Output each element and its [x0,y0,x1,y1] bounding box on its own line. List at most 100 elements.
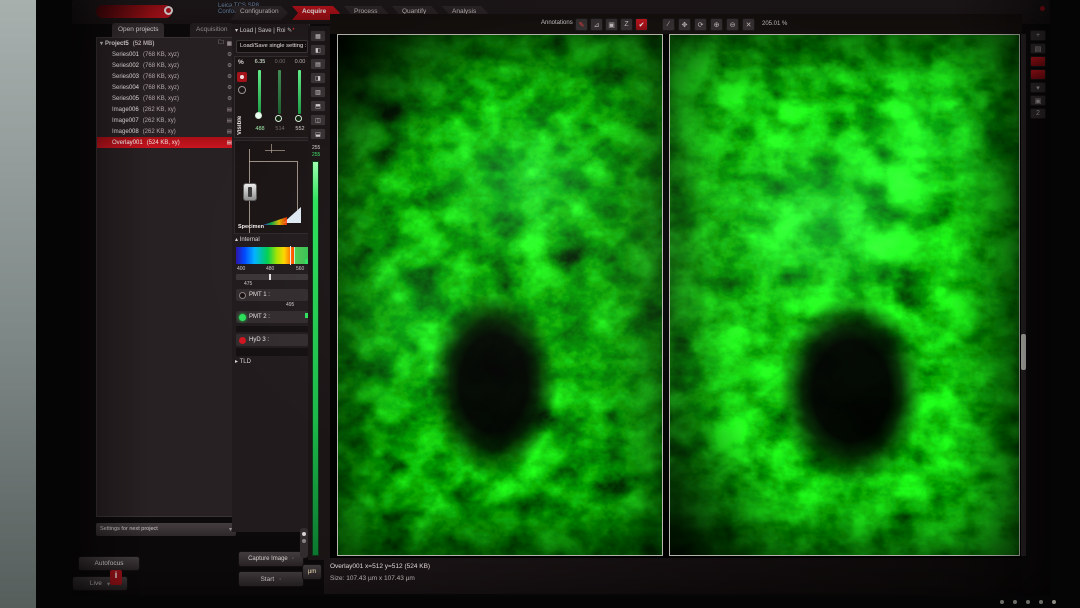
modified-asterisk: * [292,28,294,34]
viewer-tool-2[interactable]: ◧ [310,44,326,56]
laser-slider-488[interactable] [258,70,261,114]
right-tool-add[interactable]: + [1030,30,1046,41]
capture-image-button[interactable]: Capture Image◦ [238,551,304,567]
image-right-channel[interactable] [669,34,1020,556]
task-view-icon[interactable]: ▣ [130,595,140,596]
project-item[interactable]: Image008(262 KB, xy)▤ [97,126,235,137]
viewer-scrollbar[interactable] [1021,34,1026,556]
scalebar-tool-icon[interactable]: ⊿ [590,18,603,31]
start-button[interactable]: Start◦ [238,571,304,587]
zoom-fit-icon[interactable]: ✕ [742,18,755,31]
tab-open-projects[interactable]: Open projects [112,23,164,37]
tab-configuration[interactable]: Configuration [230,6,288,20]
right-tool-grid[interactable]: ▣ [1030,95,1046,106]
laser-slider-552[interactable] [298,70,301,114]
search-icon[interactable]: ⌕ [104,595,114,596]
las-x-app-icon[interactable]: ▪ [206,595,216,596]
pan-icon[interactable]: ✥ [678,18,691,31]
rotate-icon[interactable]: ⟳ [694,18,707,31]
band-marker[interactable] [290,246,291,265]
gate-handle[interactable] [269,274,271,280]
zoom-out-icon[interactable]: ⊖ [726,18,739,31]
project-item[interactable]: Series004(768 KB, xyz)⚙ [97,82,235,93]
scrollbar-thumb[interactable] [1021,334,1026,370]
expand-icon[interactable]: ▾ [100,40,103,47]
project-item[interactable]: Series003(768 KB, xyz)⚙ [97,71,235,82]
viewer-tool-4[interactable]: ◨ [310,72,326,84]
project-item-selected[interactable]: Overlay001(524 KB, xy)▤ [97,137,235,148]
info-icon[interactable]: i [110,570,122,585]
pmt1-row[interactable]: PMT 1 : [236,289,308,301]
hyd3-row[interactable]: HyD 3 : [236,334,308,346]
project-item[interactable]: Series005(768 KB, xyz)⚙ [97,93,235,104]
project-item[interactable]: Image007(262 KB, xy)▤ [97,115,235,126]
internal-header[interactable]: ▴ Internal [235,237,260,244]
viewer-tool-3[interactable]: ▤ [310,58,326,70]
laser-slider-514[interactable] [278,70,281,114]
zoom-in-icon[interactable]: ⊕ [710,18,723,31]
objective-icon[interactable] [243,183,257,201]
slider-knob[interactable] [275,115,282,122]
laser-wl-488: 488 [251,127,269,133]
tld-header[interactable]: ▸ TLD [235,359,251,366]
viewer-tool-7[interactable]: ◫ [310,114,326,126]
single-setting-box[interactable]: Load/Save single setting : [236,40,308,53]
osd-button[interactable] [1039,600,1043,604]
project-root-row[interactable]: ▾ Project5 (52 MB) 🗀 ▦ [97,38,235,49]
status-led [1040,6,1045,11]
viewer-tool-6[interactable]: ⬒ [310,100,326,112]
dark-nucleus-region [778,295,925,487]
line-profile-icon[interactable]: ∕ [662,18,675,31]
autofocus-button[interactable]: Autofocus [78,556,140,571]
spectrum-tick-400: 400 [237,267,245,272]
laser-power-488: 6.35 [251,60,269,66]
viewer-tool-5[interactable]: ▥ [310,86,326,98]
z-marker-tool-icon[interactable]: Z [620,18,633,31]
shutter-icon[interactable] [237,72,247,82]
save-all-icon[interactable]: 🗀 [218,39,224,48]
settings-next-project-bar[interactable]: Settings for next project ▾ [96,523,236,536]
power-button[interactable] [1052,600,1056,604]
z-position-widget[interactable] [300,528,308,558]
osd-button[interactable] [1000,600,1004,604]
pmt2-row[interactable]: PMT 2 : [236,311,308,323]
stamp-tool-icon[interactable]: ▣ [605,18,618,31]
pmt2-toggle-icon[interactable] [239,314,246,321]
beam-line [265,150,285,151]
specimen-label: Specimen [238,225,264,231]
laser-wl-552: 552 [291,127,309,133]
osd-button[interactable] [1026,600,1030,604]
project-item[interactable]: Series001(768 KB, xyz)⚙ [97,49,235,60]
dark-nucleus-region [429,290,559,477]
tab-acquisition-panel[interactable]: Acquisition [190,23,233,37]
unit-button[interactable]: µm [302,564,322,580]
laser-config-icon[interactable] [238,86,246,94]
start-button-icon[interactable]: ⊞ [78,595,88,596]
project-item[interactable]: Image006(262 KB, xy)▤ [97,104,235,115]
edge-browser-icon[interactable]: e [156,595,166,596]
draw-tool-icon[interactable]: ✎ [575,18,588,31]
slider-knob[interactable] [295,115,302,122]
image-left-channel[interactable] [337,34,663,556]
right-tool-dropdown[interactable]: ▾ [1030,82,1046,93]
load-save-header[interactable]: ▾ Load | Save | Roi ✎* [235,28,295,35]
z-dot[interactable] [302,532,306,536]
project-item[interactable]: Series002(768 KB, xyz)⚙ [97,60,235,71]
leica-logo [96,5,172,18]
right-tool-record-1[interactable] [1030,56,1046,67]
hyd3-toggle-icon[interactable] [239,337,246,344]
viewer-tool-1[interactable]: ▦ [310,30,326,42]
gate-slider[interactable] [236,274,308,280]
laser-wl-514: 514 [271,127,289,133]
intensity-lut-bar[interactable] [312,161,319,556]
slider-knob[interactable] [255,112,262,119]
right-tool-record-2[interactable] [1030,69,1046,80]
right-tool-layers[interactable]: ▤ [1030,43,1046,54]
right-tool-2[interactable]: 2 [1030,108,1046,119]
z-dot[interactable] [302,539,306,543]
osd-button[interactable] [1013,600,1017,604]
pmt1-toggle-icon[interactable] [239,292,246,299]
viewer-tool-8[interactable]: ⬓ [310,128,326,140]
apply-check-icon[interactable]: ✔ [635,18,648,31]
file-explorer-icon[interactable]: ▤ [182,595,192,596]
